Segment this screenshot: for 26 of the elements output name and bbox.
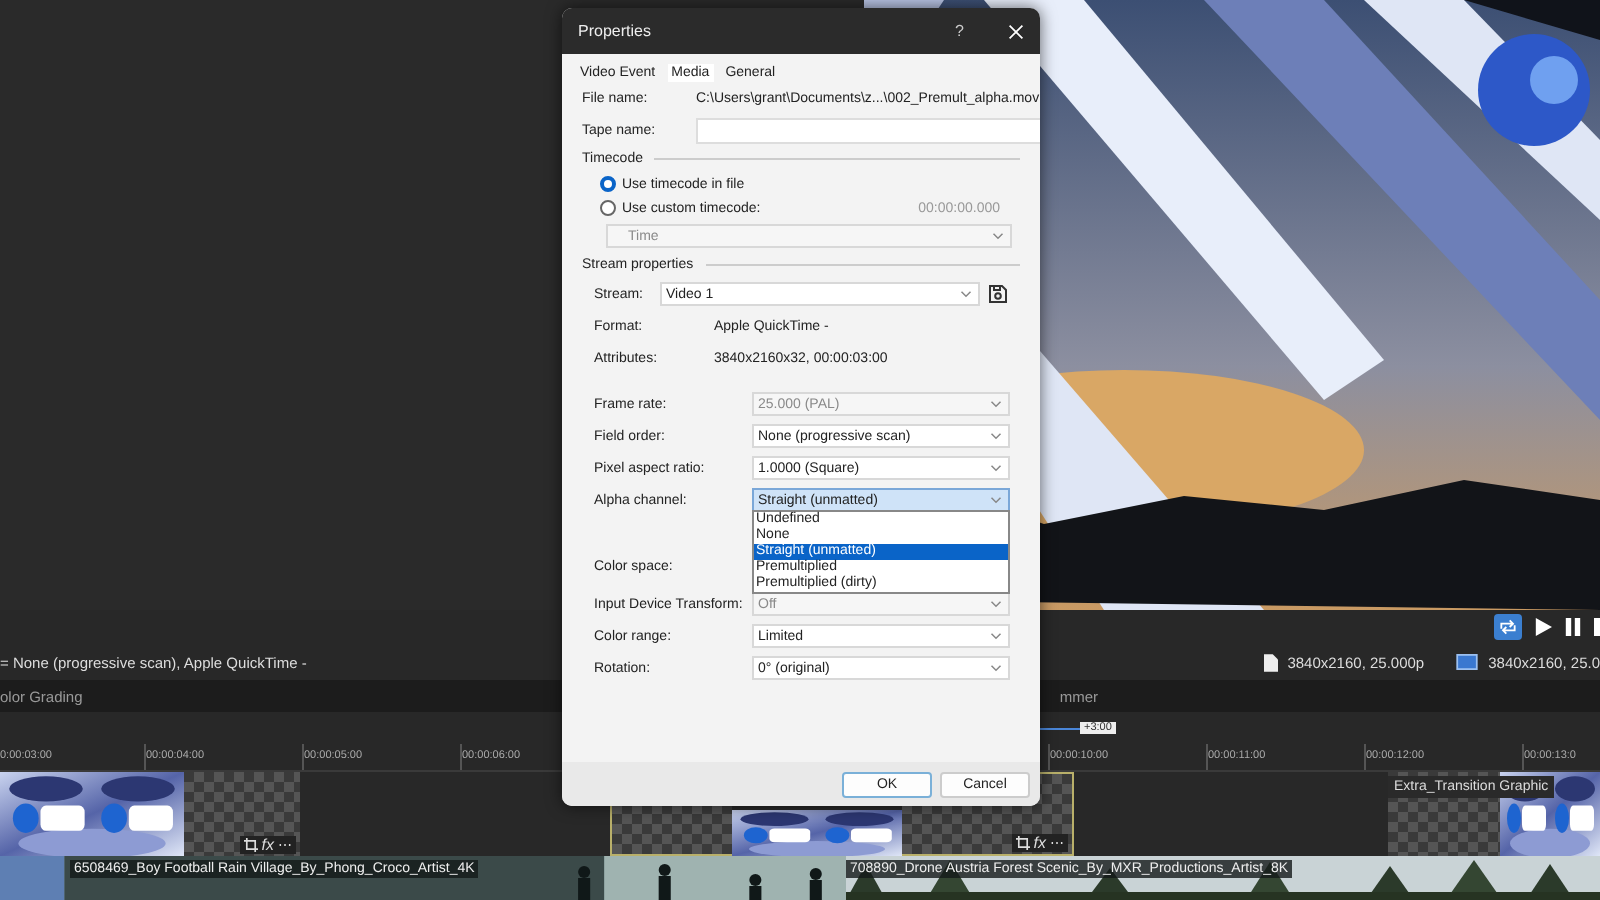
chevron-icon xyxy=(990,664,1002,672)
input-field[interactable] xyxy=(696,117,1040,143)
radio-button[interactable] xyxy=(600,200,616,216)
save-icon[interactable] xyxy=(988,284,1008,304)
loop-button[interactable] xyxy=(1494,614,1522,640)
play-icon[interactable] xyxy=(1534,618,1552,636)
monitor-icon xyxy=(1456,654,1479,670)
window-title: Properties xyxy=(578,22,653,40)
loop-icon xyxy=(1498,618,1518,636)
help-button[interactable]: ? xyxy=(955,22,964,40)
effects-button[interactable]: fx xyxy=(1033,834,1046,852)
chevron-icon xyxy=(990,464,1002,472)
effects-button[interactable]: fx xyxy=(261,836,274,854)
chevron-icon xyxy=(990,496,1002,504)
radio-button[interactable] xyxy=(600,176,616,192)
chevron-icon xyxy=(990,400,1002,408)
crop-icon[interactable] xyxy=(1015,836,1030,850)
file-icon xyxy=(1263,653,1278,671)
chevron-icon xyxy=(992,232,1004,240)
crop-icon[interactable] xyxy=(243,838,258,852)
chevron-icon xyxy=(990,432,1002,440)
chevron-icon xyxy=(990,600,1002,608)
close-icon[interactable] xyxy=(1008,23,1024,39)
chevron-icon xyxy=(960,290,972,298)
chevron-icon xyxy=(990,632,1002,640)
pause-icon[interactable] xyxy=(1564,618,1582,636)
